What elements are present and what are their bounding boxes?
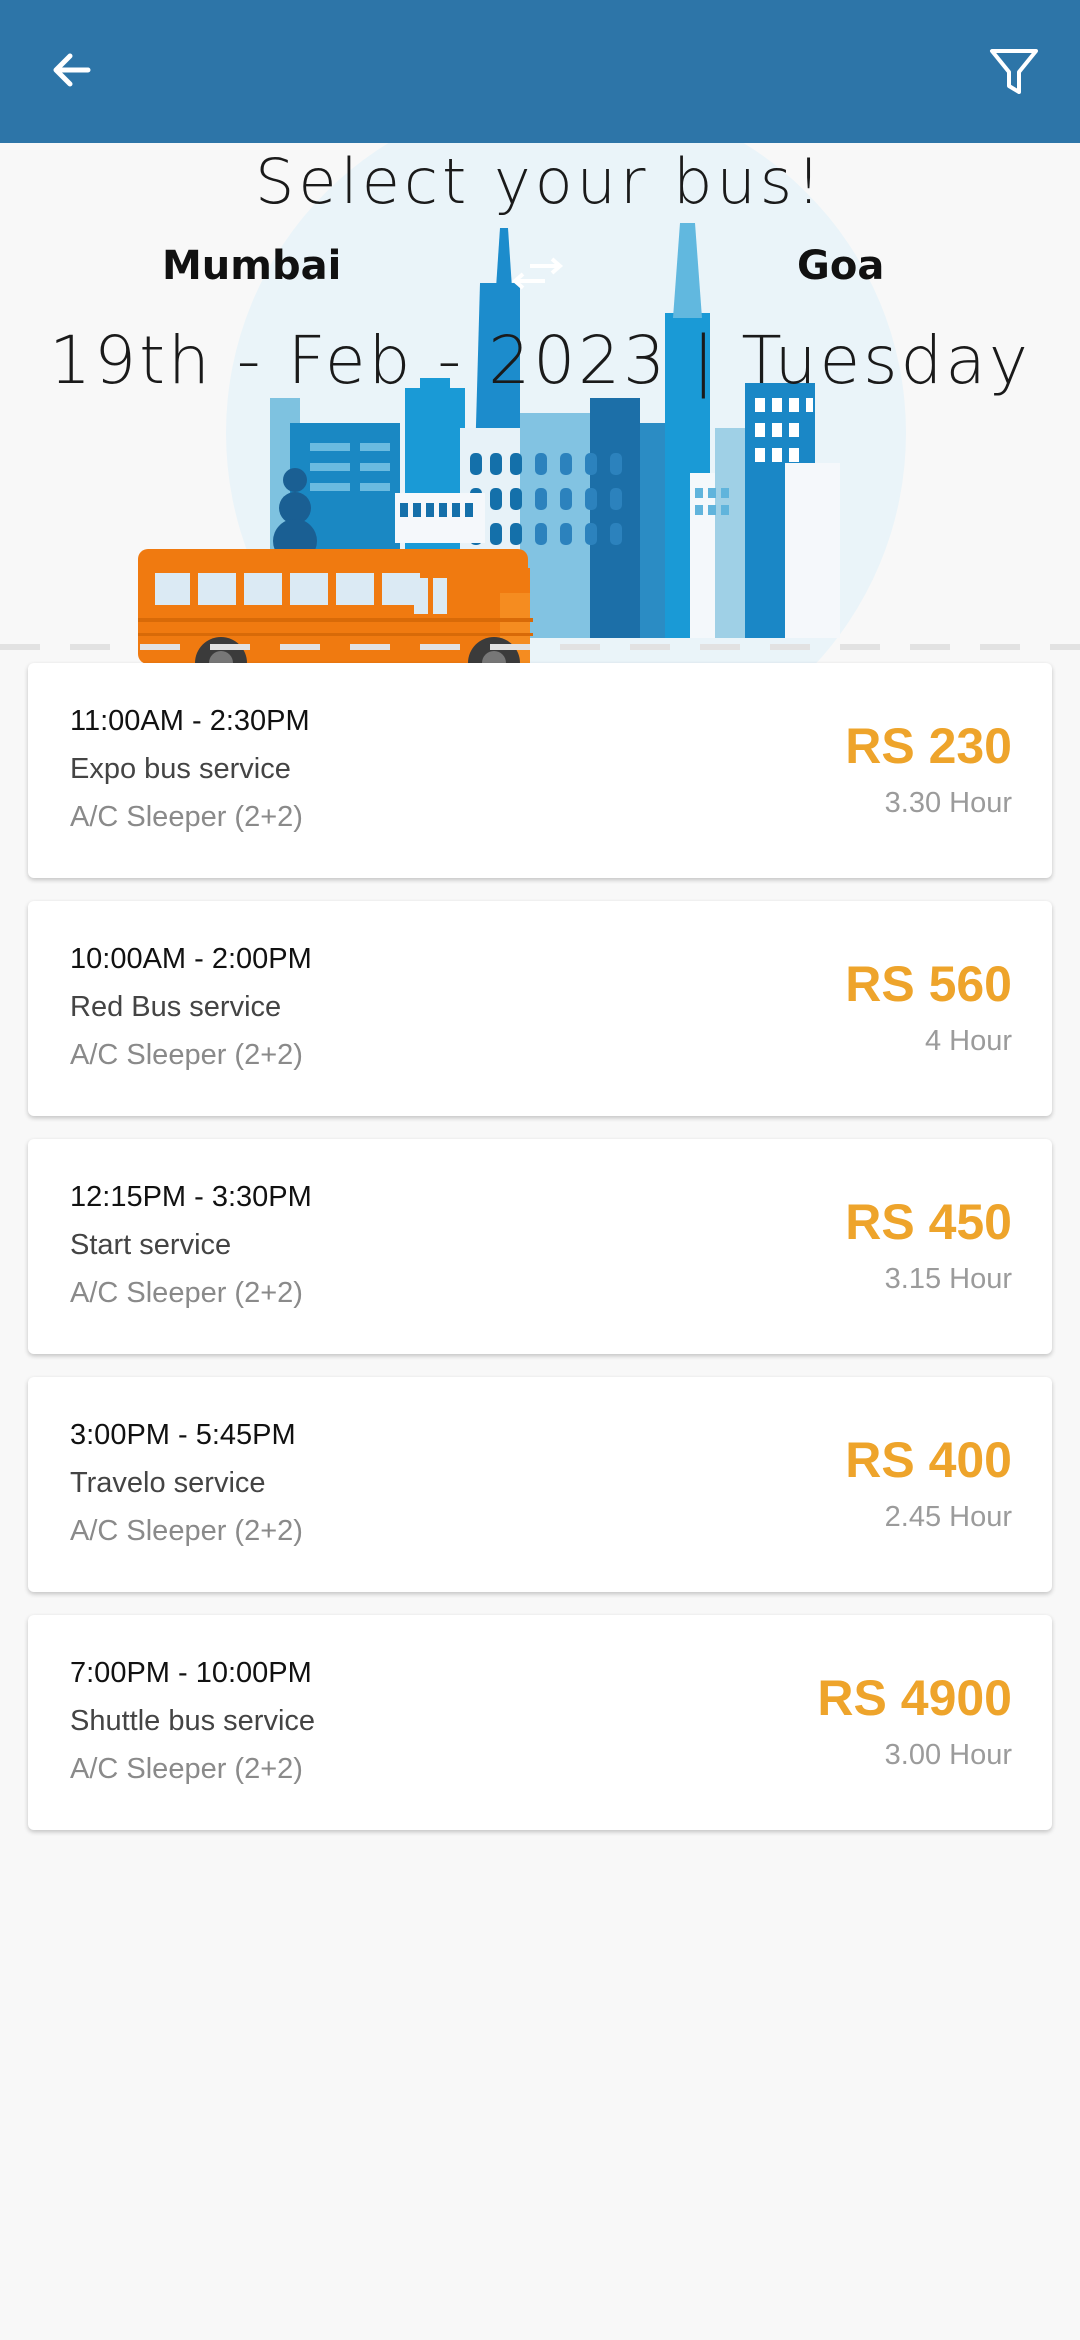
bus-duration: 3.00 Hour	[884, 1739, 1012, 1771]
page-title: Select your bus!	[255, 145, 825, 218]
bus-time: 10:00AM - 2:00PM	[70, 943, 312, 975]
app-bar	[0, 0, 1080, 143]
bus-price: RS 450	[845, 1194, 1012, 1250]
bus-type: A/C Sleeper (2+2)	[70, 1039, 303, 1071]
arrow-left-icon	[53, 53, 91, 87]
bus-card[interactable]: 10:00AM - 2:00PM Red Bus service A/C Sle…	[28, 901, 1052, 1116]
bus-card[interactable]: 3:00PM - 5:45PM Travelo service A/C Slee…	[28, 1377, 1052, 1592]
bus-name: Expo bus service	[70, 753, 291, 785]
filter-button[interactable]	[982, 40, 1046, 104]
hero-illustration	[0, 143, 1080, 663]
bus-card[interactable]: 11:00AM - 2:30PM Expo bus service A/C Sl…	[28, 663, 1052, 878]
city-skyline-illustration	[138, 143, 906, 663]
dashed-divider	[0, 644, 1080, 650]
bus-name: Travelo service	[70, 1467, 266, 1499]
bus-name: Red Bus service	[70, 991, 282, 1023]
destination-city: Goa	[797, 243, 885, 289]
bus-type: A/C Sleeper (2+2)	[70, 1277, 303, 1309]
bus-time: 12:15PM - 3:30PM	[70, 1181, 312, 1213]
bus-name: Shuttle bus service	[70, 1705, 316, 1737]
bus-type: A/C Sleeper (2+2)	[70, 1753, 303, 1785]
bus-duration: 3.30 Hour	[884, 787, 1012, 819]
bus-list: 11:00AM - 2:30PM Expo bus service A/C Sl…	[28, 663, 1052, 1853]
bus-duration: 4 Hour	[924, 1025, 1012, 1057]
origin-city: Mumbai	[162, 243, 342, 289]
bus-card[interactable]: 7:00PM - 10:00PM Shuttle bus service A/C…	[28, 1615, 1052, 1830]
bus-price: RS 400	[845, 1432, 1012, 1488]
bus-type: A/C Sleeper (2+2)	[70, 1515, 303, 1547]
bus-card[interactable]: 12:15PM - 3:30PM Start service A/C Sleep…	[28, 1139, 1052, 1354]
bus-time: 11:00AM - 2:30PM	[70, 705, 310, 737]
bus-price: RS 560	[845, 956, 1012, 1012]
back-button[interactable]	[40, 38, 104, 102]
bus-name: Start service	[70, 1229, 232, 1261]
filter-icon	[990, 49, 1038, 94]
travel-date: 19th - Feb - 2023 | Tuesday	[49, 322, 1031, 399]
bus-type: A/C Sleeper (2+2)	[70, 801, 303, 833]
bus-time: 7:00PM - 10:00PM	[70, 1657, 312, 1689]
bus-price: RS 230	[845, 718, 1012, 774]
bus-duration: 3.15 Hour	[884, 1263, 1012, 1295]
bus-price: RS 4900	[817, 1670, 1012, 1726]
bus-time: 3:00PM - 5:45PM	[70, 1419, 296, 1451]
bus-duration: 2.45 Hour	[884, 1501, 1012, 1533]
